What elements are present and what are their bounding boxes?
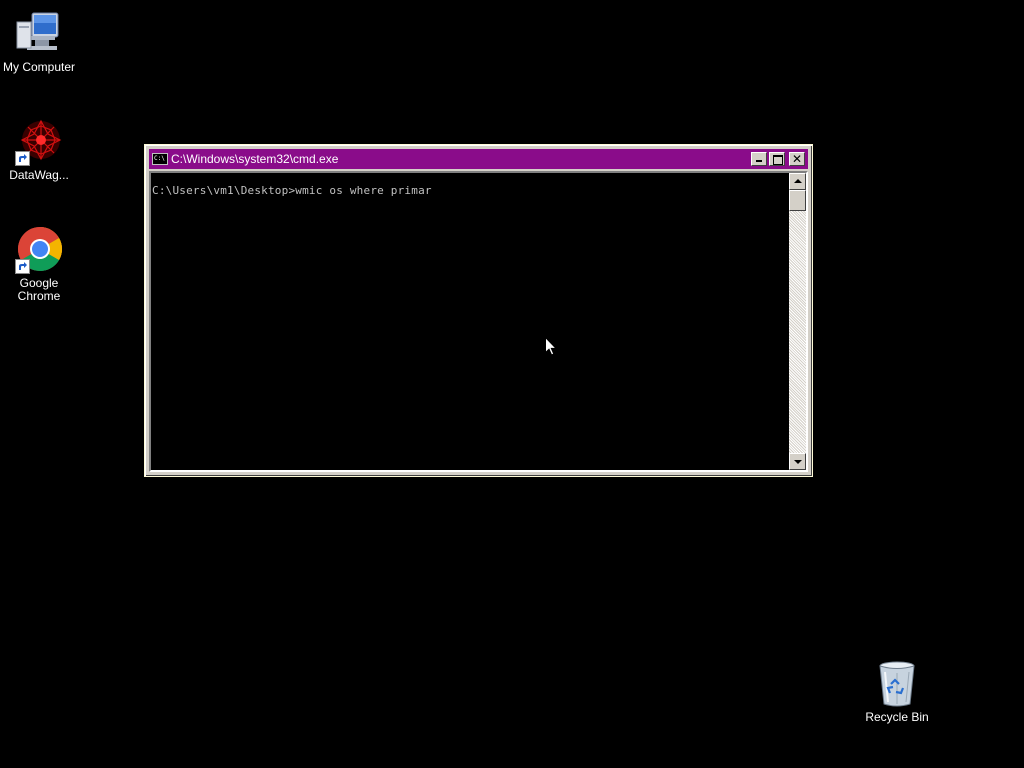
desktop-icon-recycle-bin[interactable]: Recycle Bin: [858, 660, 936, 724]
desktop-icon-label: DataWag...: [9, 168, 69, 182]
scrollbar-thumb[interactable]: [789, 190, 806, 211]
cmd-titlebar[interactable]: C:\ C:\Windows\system32\cmd.exe ✕: [149, 149, 808, 169]
scroll-down-button[interactable]: [789, 453, 806, 470]
desktop-icon-label: Google Chrome: [17, 276, 61, 303]
recycle-bin-icon: [873, 660, 921, 708]
cmd-window[interactable]: C:\ C:\Windows\system32\cmd.exe ✕ C:\Use…: [144, 144, 813, 477]
close-button[interactable]: ✕: [789, 152, 805, 166]
cmd-client-area: C:\Users\vm1\Desktop>wmic os where prima…: [149, 171, 808, 472]
desktop-icon-my-computer[interactable]: My Computer: [0, 10, 78, 74]
maximize-button[interactable]: [769, 152, 785, 166]
maximize-icon: [773, 155, 783, 165]
desktop-icon-google-chrome[interactable]: Google Chrome: [0, 226, 78, 303]
console-command-line: C:\Users\vm1\Desktop>wmic os where prima…: [152, 184, 432, 197]
shortcut-arrow-icon: [15, 151, 30, 166]
vertical-scrollbar[interactable]: [789, 173, 806, 470]
arrow-down-icon: [794, 460, 802, 464]
scroll-up-button[interactable]: [789, 173, 806, 190]
console-output[interactable]: C:\Users\vm1\Desktop>wmic os where prima…: [151, 173, 789, 470]
chrome-icon: [15, 226, 63, 274]
shortcut-arrow-icon: [15, 259, 30, 274]
minimize-button[interactable]: [751, 152, 767, 166]
cmd-app-icon: C:\: [152, 153, 168, 165]
computer-icon: [15, 10, 63, 58]
mouse-pointer-icon: [545, 337, 557, 356]
window-title: C:\Windows\system32\cmd.exe: [171, 152, 339, 166]
minimize-icon: [756, 160, 762, 162]
desktop-icon-label: My Computer: [2, 60, 76, 74]
desktop: My Computer DataWag... Google Chrome Rec…: [0, 0, 1024, 768]
close-icon: ✕: [791, 152, 803, 166]
desktop-icon-label: Recycle Bin: [865, 710, 929, 724]
desktop-icon-datawag[interactable]: DataWag...: [0, 118, 78, 182]
arrow-up-icon: [794, 179, 802, 183]
datawag-icon: [15, 118, 63, 166]
